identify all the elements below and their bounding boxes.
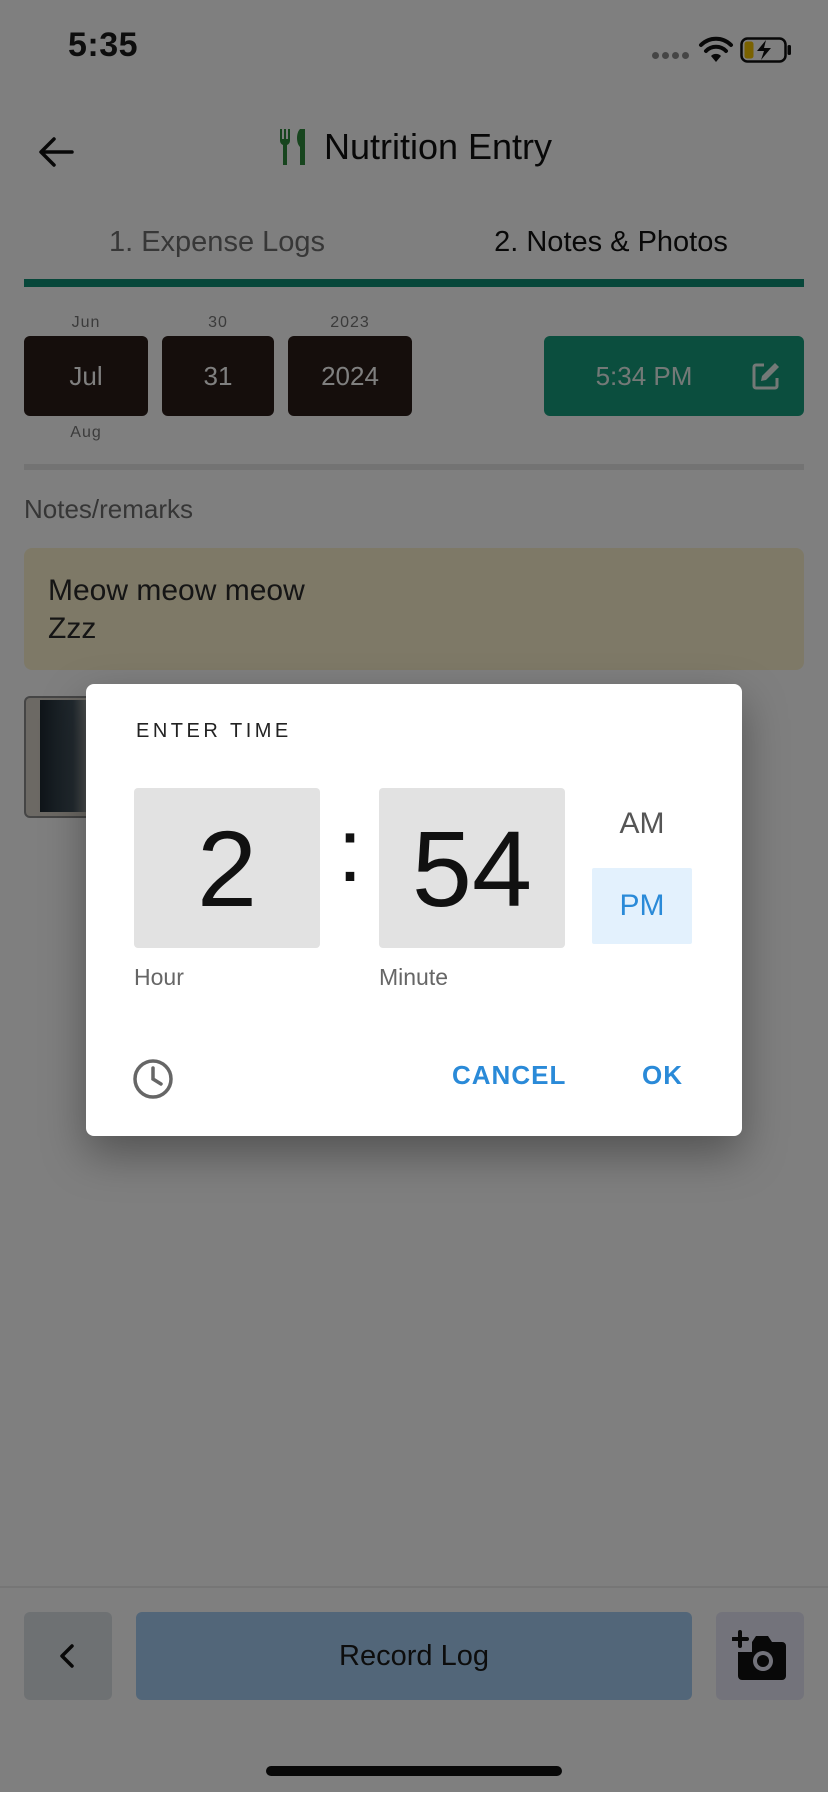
minute-input[interactable]: 54 bbox=[379, 788, 565, 948]
am-toggle[interactable]: AM bbox=[592, 794, 692, 854]
minute-label: Minute bbox=[379, 964, 449, 990]
cancel-button[interactable]: CANCEL bbox=[452, 1060, 566, 1091]
ok-button[interactable]: OK bbox=[642, 1060, 683, 1091]
dialog-title: ENTER TIME bbox=[136, 720, 292, 742]
hour-label: Hour bbox=[134, 964, 184, 990]
time-input-dialog: ENTER TIME 2 : 54 AM PM Hour Minute CANC… bbox=[86, 684, 742, 1136]
time-separator: : bbox=[337, 801, 363, 901]
hour-input[interactable]: 2 bbox=[134, 788, 320, 948]
clock-icon[interactable] bbox=[132, 1058, 174, 1100]
pm-toggle[interactable]: PM bbox=[592, 868, 692, 944]
